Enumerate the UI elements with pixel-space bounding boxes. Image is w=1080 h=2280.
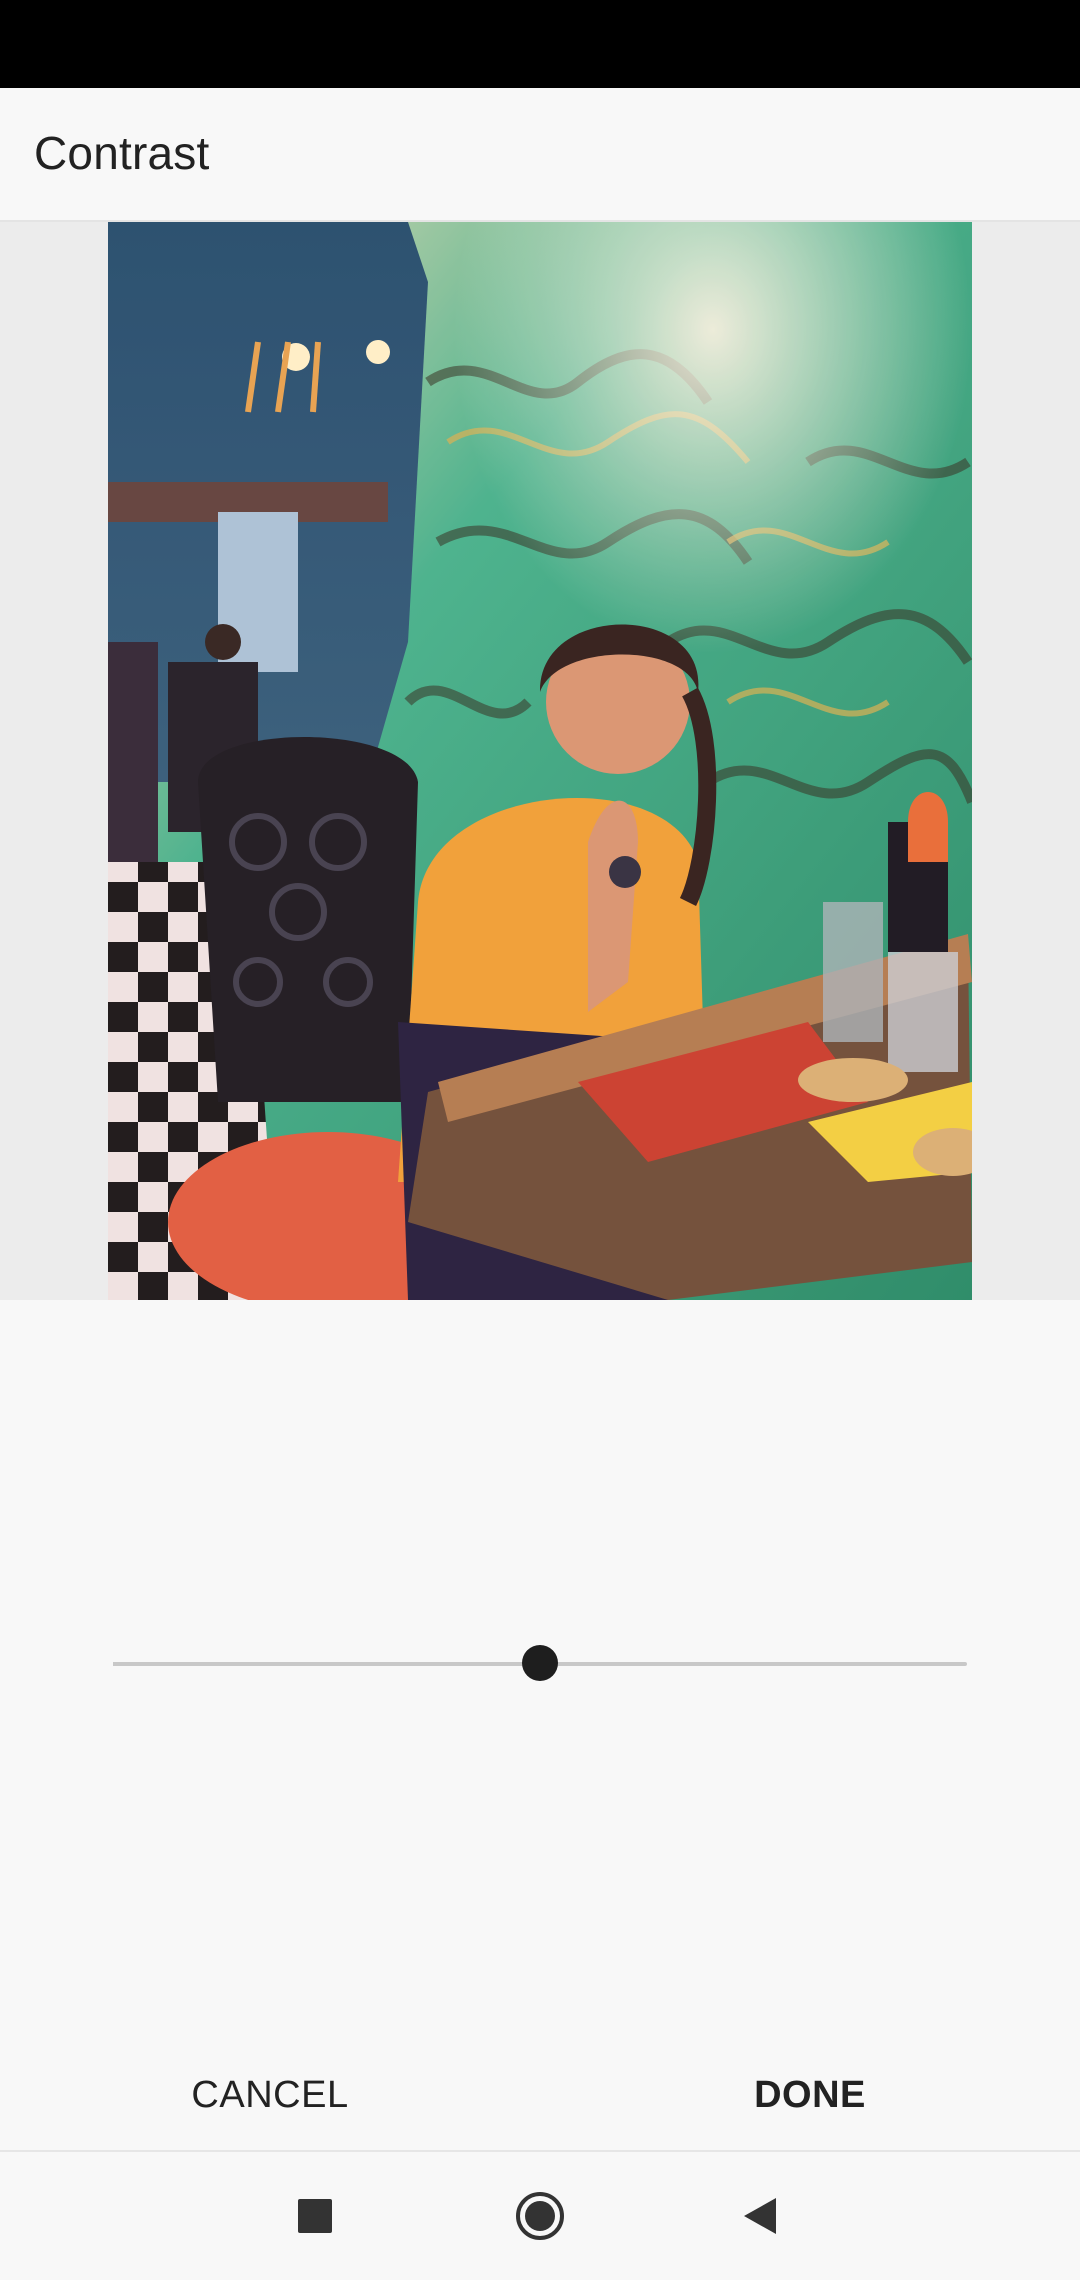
photo-preview (108, 222, 972, 1300)
cancel-button[interactable]: CANCEL (140, 2060, 400, 2130)
square-icon[interactable] (283, 2184, 347, 2248)
contrast-slider-thumb[interactable] (522, 1645, 558, 1681)
contrast-slider-fill (113, 1662, 540, 1666)
triangle-back-icon[interactable] (728, 2184, 792, 2248)
page-title: Contrast (34, 127, 210, 179)
app-bar: Contrast (0, 88, 1080, 222)
circle-icon[interactable] (508, 2184, 572, 2248)
preview-area (0, 222, 1080, 1300)
photo-image (108, 222, 972, 1300)
controls-panel: CANCEL DONE (0, 1300, 1080, 2150)
done-button[interactable]: DONE (680, 2060, 940, 2130)
status-bar (0, 0, 1080, 88)
system-nav-bar (0, 2150, 1080, 2280)
